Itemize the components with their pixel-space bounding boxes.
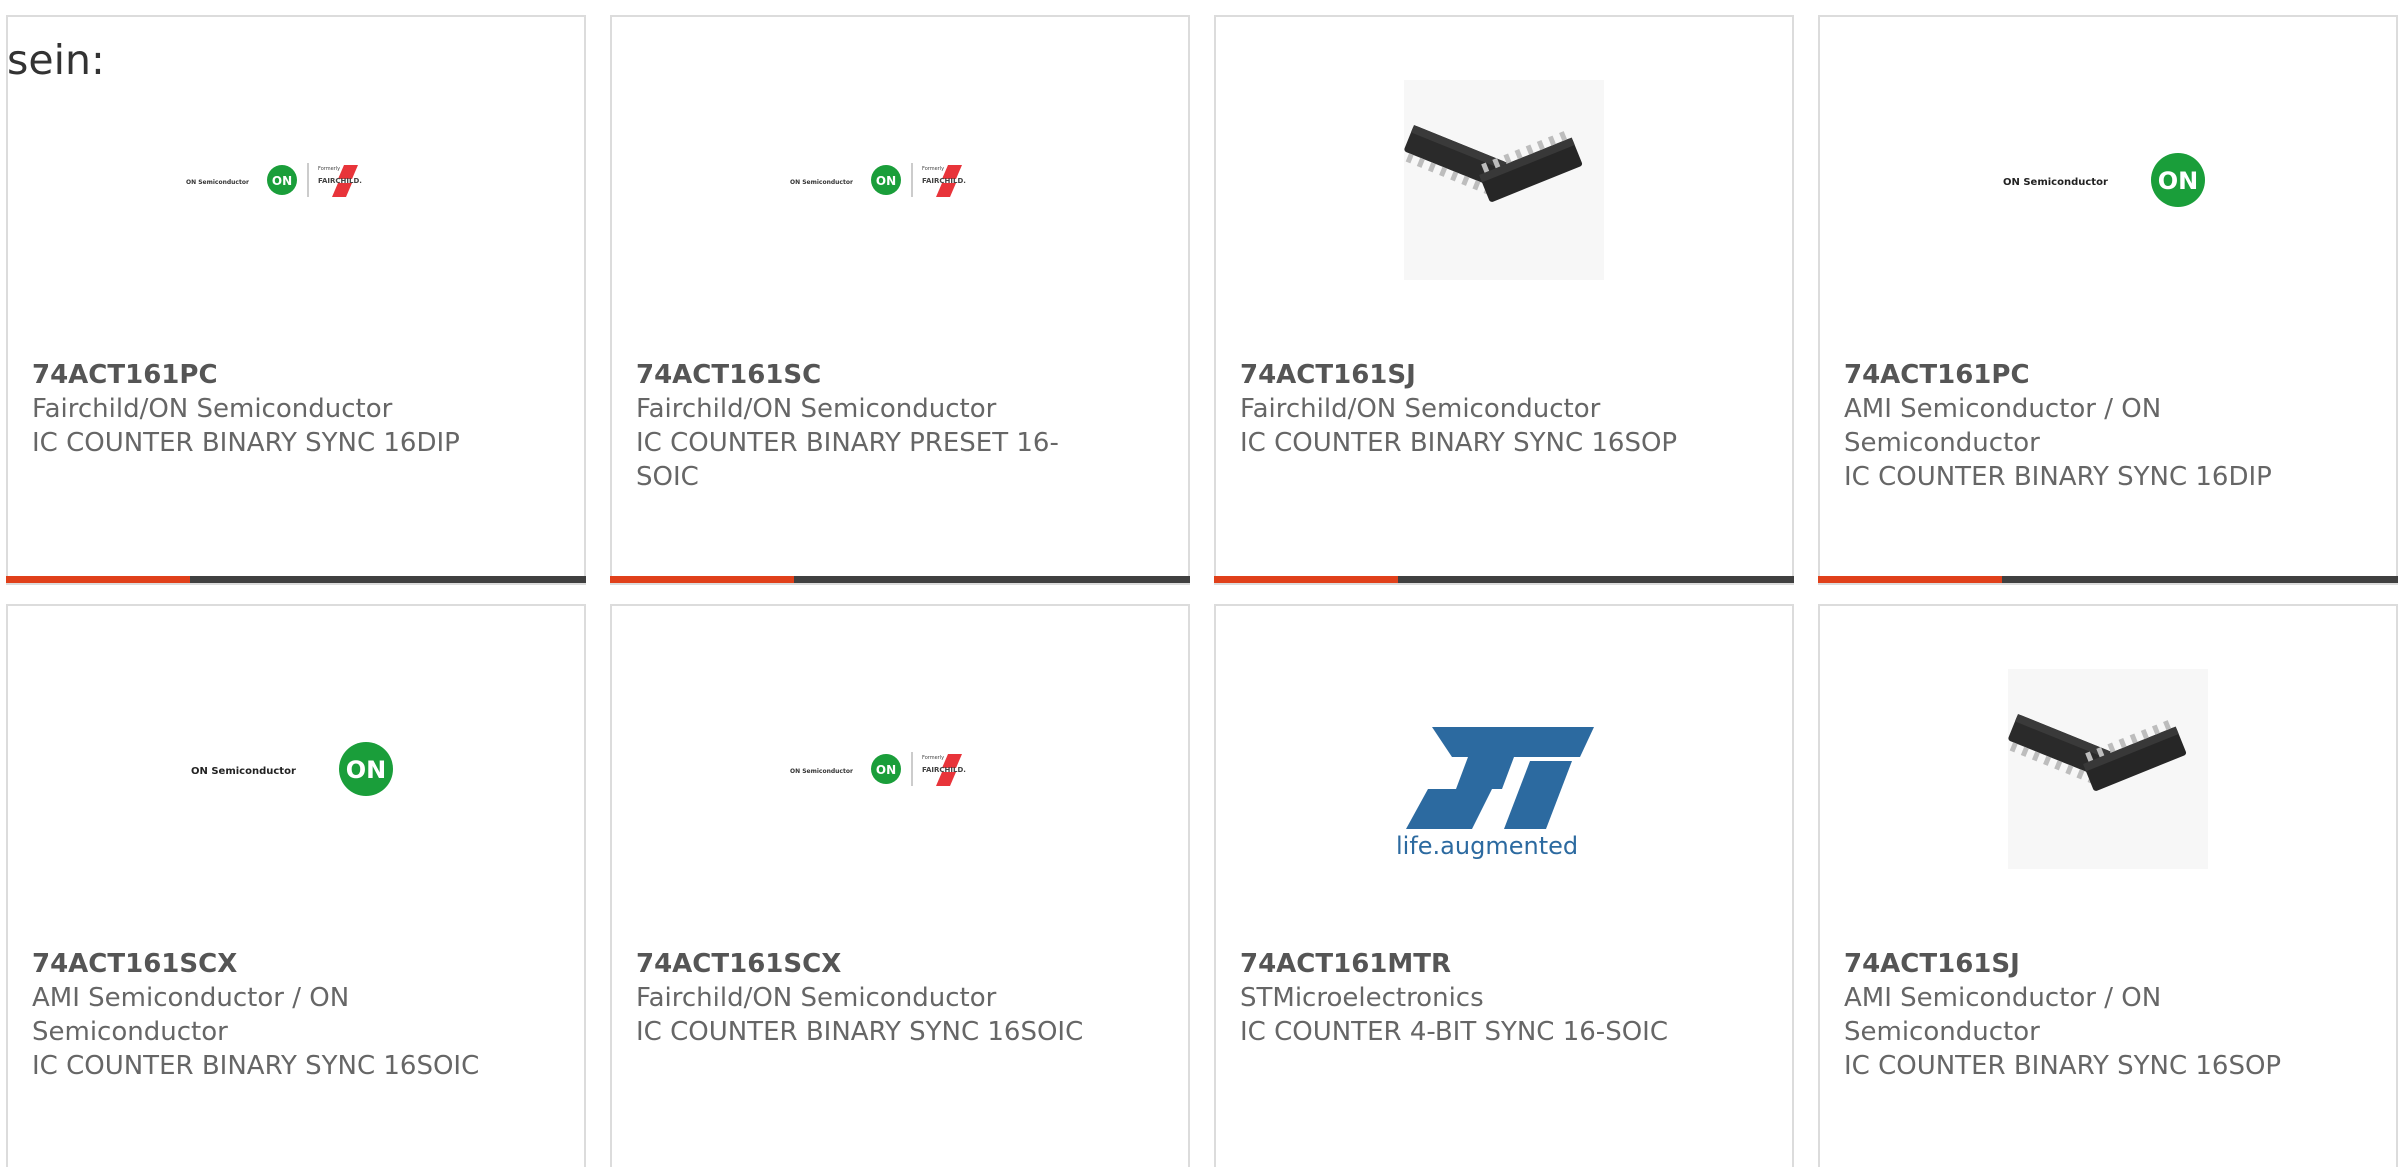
svg-text:ON Semiconductor: ON Semiconductor	[790, 768, 853, 775]
product-part-number[interactable]: 74ACT161SCX	[636, 947, 1106, 981]
product-info: 74ACT161PC Fairchild/ON Semiconductor IC…	[32, 358, 502, 460]
product-card[interactable]: ON Semiconductor ON 74ACT161PC AMI Semic…	[1818, 15, 2398, 585]
svg-text:ON Semiconductor: ON Semiconductor	[2003, 177, 2108, 188]
product-manufacturer: Fairchild/ON Semiconductor	[636, 983, 997, 1013]
product-description: IC COUNTER BINARY PRESET 16-SOIC	[636, 428, 1059, 492]
product-image: ON Semiconductor ON Formerly FAIRCHILD.	[8, 57, 584, 302]
product-part-number[interactable]: 74ACT161SJ	[1240, 358, 1710, 392]
product-manufacturer: Fairchild/ON Semiconductor	[1240, 394, 1601, 424]
on-fairchild-logo: ON Semiconductor ON Formerly FAIRCHILD.	[186, 162, 362, 197]
svg-text:ON Semiconductor: ON Semiconductor	[790, 179, 853, 186]
card-accent-bar	[6, 576, 190, 583]
product-image: ON Semiconductor ON	[8, 646, 584, 891]
product-card[interactable]: ON Semiconductor ON 74ACT161SCX AMI Semi…	[6, 604, 586, 1167]
card-accent-bar	[610, 576, 794, 583]
product-manufacturer: AMI Semiconductor / ON Semiconductor	[1844, 983, 2162, 1047]
product-manufacturer: Fairchild/ON Semiconductor	[32, 394, 393, 424]
product-description: IC COUNTER BINARY SYNC 16SOP	[1844, 1051, 2282, 1081]
product-image: ON Semiconductor ON Formerly FAIRCHILD.	[612, 646, 1188, 891]
product-card[interactable]: life.augmented 74ACT161MTR STMicroelectr…	[1214, 604, 1794, 1167]
svg-text:ON Semiconductor: ON Semiconductor	[186, 179, 249, 186]
product-description: IC COUNTER BINARY SYNC 16SOIC	[636, 1017, 1084, 1047]
card-bottom-bar	[1818, 576, 2398, 583]
product-info: 74ACT161MTR STMicroelectronics IC COUNTE…	[1240, 947, 1710, 1049]
product-grid: ON Semiconductor ON Formerly FAIRCHILD. …	[6, 15, 2398, 1167]
intro-text: sein:	[7, 36, 105, 84]
svg-text:FAIRCHILD.: FAIRCHILD.	[922, 766, 966, 774]
svg-text:FAIRCHILD.: FAIRCHILD.	[318, 177, 362, 185]
product-card[interactable]: 74ACT161SJ AMI Semiconductor / ON Semico…	[1818, 604, 2398, 1167]
product-info: 74ACT161PC AMI Semiconductor / ON Semico…	[1844, 358, 2314, 494]
card-bottom-bar	[1214, 576, 1794, 583]
product-part-number[interactable]: 74ACT161MTR	[1240, 947, 1710, 981]
product-info: 74ACT161SJ AMI Semiconductor / ON Semico…	[1844, 947, 2314, 1083]
product-info: 74ACT161SCX Fairchild/ON Semiconductor I…	[636, 947, 1106, 1049]
on-fairchild-logo: ON Semiconductor ON Formerly FAIRCHILD.	[790, 162, 966, 197]
product-part-number[interactable]: 74ACT161SC	[636, 358, 1106, 392]
svg-text:ON: ON	[2158, 167, 2199, 195]
product-grid-page: sein: ON Semiconductor ON Formerly FAIRC…	[0, 0, 2400, 1167]
svg-text:ON: ON	[272, 174, 292, 188]
product-info: 74ACT161SC Fairchild/ON Semiconductor IC…	[636, 358, 1106, 494]
product-manufacturer: STMicroelectronics	[1240, 983, 1484, 1013]
svg-text:life.augmented: life.augmented	[1396, 832, 1578, 859]
product-image: ON Semiconductor ON	[1820, 57, 2396, 302]
product-card[interactable]: ON Semiconductor ON Formerly FAIRCHILD. …	[6, 15, 586, 585]
card-bottom-bar	[610, 576, 1190, 583]
card-accent-bar	[1818, 576, 2002, 583]
product-image	[1820, 646, 2396, 891]
product-part-number[interactable]: 74ACT161SCX	[32, 947, 502, 981]
card-bottom-bar	[6, 576, 586, 583]
svg-text:ON: ON	[346, 756, 387, 784]
product-manufacturer: Fairchild/ON Semiconductor	[636, 394, 997, 424]
product-part-number[interactable]: 74ACT161PC	[1844, 358, 2314, 392]
product-card[interactable]: ON Semiconductor ON Formerly FAIRCHILD. …	[610, 15, 1190, 585]
card-accent-bar	[1214, 576, 1398, 583]
product-description: IC COUNTER BINARY SYNC 16DIP	[1844, 462, 2272, 492]
product-part-number[interactable]: 74ACT161PC	[32, 358, 502, 392]
product-image: ON Semiconductor ON Formerly FAIRCHILD.	[612, 57, 1188, 302]
on-fairchild-logo: ON Semiconductor ON Formerly FAIRCHILD.	[790, 751, 966, 786]
product-description: IC COUNTER BINARY SYNC 16DIP	[32, 428, 460, 458]
soic-chip-photo	[2008, 668, 2208, 869]
svg-text:Formerly: Formerly	[922, 166, 944, 172]
on-semiconductor-logo: ON Semiconductor ON	[2003, 152, 2205, 207]
product-image: life.augmented	[1216, 646, 1792, 891]
product-part-number[interactable]: 74ACT161SJ	[1844, 947, 2314, 981]
svg-text:ON: ON	[876, 174, 896, 188]
product-card[interactable]: ON Semiconductor ON Formerly FAIRCHILD. …	[610, 604, 1190, 1167]
svg-text:Formerly: Formerly	[318, 166, 340, 172]
product-info: 74ACT161SCX AMI Semiconductor / ON Semic…	[32, 947, 502, 1083]
svg-text:FAIRCHILD.: FAIRCHILD.	[922, 177, 966, 185]
product-image	[1216, 57, 1792, 302]
product-manufacturer: AMI Semiconductor / ON Semiconductor	[1844, 394, 2162, 458]
product-description: IC COUNTER BINARY SYNC 16SOP	[1240, 428, 1678, 458]
svg-text:ON: ON	[876, 763, 896, 777]
product-description: IC COUNTER 4-BIT SYNC 16-SOIC	[1240, 1017, 1668, 1047]
product-card[interactable]: 74ACT161SJ Fairchild/ON Semiconductor IC…	[1214, 15, 1794, 585]
svg-text:ON Semiconductor: ON Semiconductor	[191, 766, 296, 777]
on-semiconductor-logo: ON Semiconductor ON	[191, 741, 393, 796]
product-manufacturer: AMI Semiconductor / ON Semiconductor	[32, 983, 350, 1047]
soic-chip-photo	[1404, 79, 1604, 280]
svg-text:Formerly: Formerly	[922, 755, 944, 761]
product-info: 74ACT161SJ Fairchild/ON Semiconductor IC…	[1240, 358, 1710, 460]
st-logo: life.augmented	[1396, 726, 1594, 859]
product-description: IC COUNTER BINARY SYNC 16SOIC	[32, 1051, 480, 1081]
